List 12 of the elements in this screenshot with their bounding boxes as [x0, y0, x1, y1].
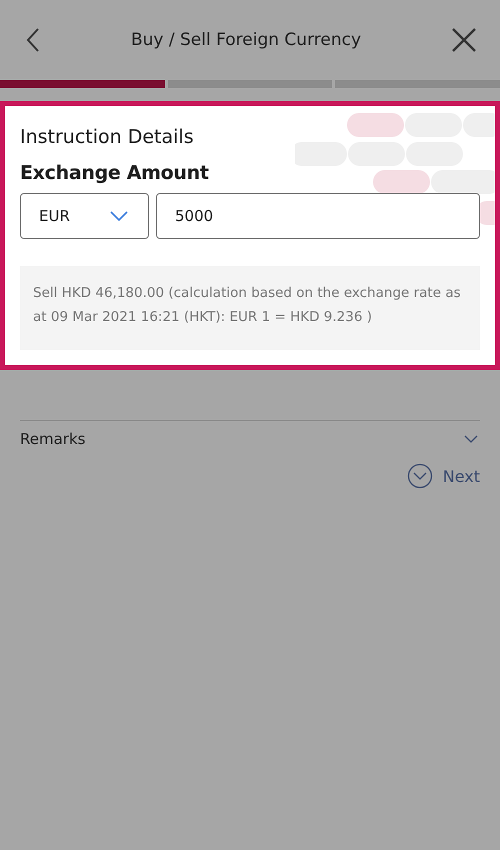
back-icon[interactable] — [26, 28, 40, 52]
chevron-circle-icon — [406, 463, 433, 489]
currency-dropdown[interactable]: EUR — [20, 193, 149, 239]
section-heading: Exchange Amount — [20, 162, 210, 184]
exchange-rate-note: Sell HKD 46,180.00 (calculation based on the exchange rate as at 09 Mar 2021 16:21 (HKT): EUR 1 = HKD 9.236 ) — [20, 266, 480, 350]
section-title: Instruction Details — [20, 126, 195, 148]
amount-input[interactable]: 5000 — [156, 193, 480, 239]
next-button[interactable]: Next — [406, 463, 480, 489]
remarks-expander[interactable]: Remarks — [20, 420, 480, 449]
chevron-down-icon — [110, 211, 128, 221]
close-icon[interactable] — [452, 28, 476, 52]
page-title: Buy / Sell Foreign Currency — [130, 30, 362, 50]
